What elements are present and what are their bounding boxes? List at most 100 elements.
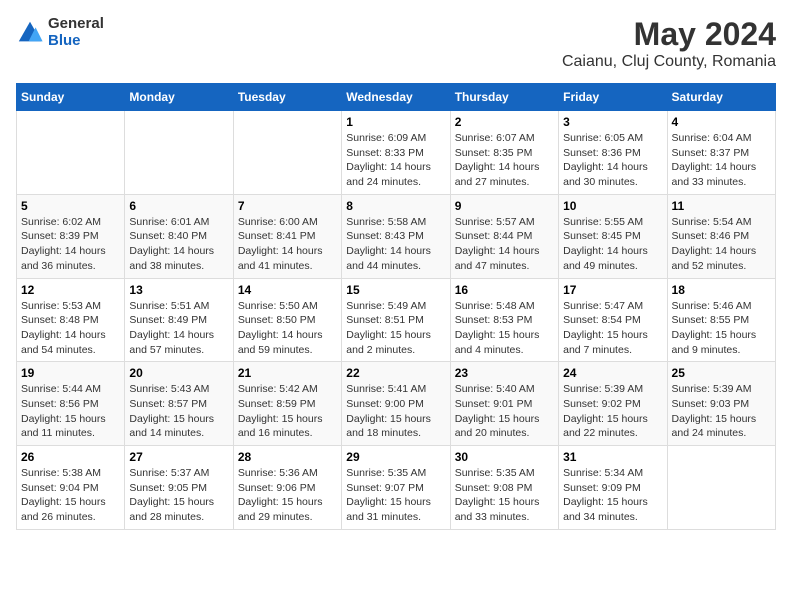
- day-number: 13: [129, 283, 228, 297]
- day-content: Sunrise: 5:57 AM Sunset: 8:44 PM Dayligh…: [455, 215, 554, 274]
- calendar-week-row: 1 Sunrise: 6:09 AM Sunset: 8:33 PM Daylig…: [17, 111, 776, 195]
- day-content: Sunrise: 6:01 AM Sunset: 8:40 PM Dayligh…: [129, 215, 228, 274]
- day-number: 16: [455, 283, 554, 297]
- header-row: SundayMondayTuesdayWednesdayThursdayFrid…: [17, 84, 776, 111]
- page-location: Caianu, Cluj County, Romania: [562, 53, 776, 71]
- calendar-cell: 25 Sunrise: 5:39 AM Sunset: 9:03 PM Dayli…: [667, 362, 775, 446]
- day-content: Sunrise: 5:40 AM Sunset: 9:01 PM Dayligh…: [455, 382, 554, 441]
- header-day: Thursday: [450, 84, 558, 111]
- calendar-cell: 2 Sunrise: 6:07 AM Sunset: 8:35 PM Daylig…: [450, 111, 558, 195]
- day-content: Sunrise: 5:34 AM Sunset: 9:09 PM Dayligh…: [563, 466, 662, 525]
- day-number: 21: [238, 366, 337, 380]
- day-content: Sunrise: 5:51 AM Sunset: 8:49 PM Dayligh…: [129, 299, 228, 358]
- calendar-header: SundayMondayTuesdayWednesdayThursdayFrid…: [17, 84, 776, 111]
- calendar-cell: 15Sunrise: 5:49 AM Sunset: 8:51 PM Dayli…: [342, 278, 450, 362]
- day-content: Sunrise: 5:50 AM Sunset: 8:50 PM Dayligh…: [238, 299, 337, 358]
- calendar-cell: 18 Sunrise: 5:46 AM Sunset: 8:55 PM Dayli…: [667, 278, 775, 362]
- calendar-cell: 8 Sunrise: 5:58 AM Sunset: 8:43 PM Daylig…: [342, 194, 450, 278]
- day-number: 24: [563, 366, 662, 380]
- day-number: 10: [563, 199, 662, 213]
- day-number: 27: [129, 450, 228, 464]
- calendar-cell: 10 Sunrise: 5:55 AM Sunset: 8:45 PM Dayli…: [559, 194, 667, 278]
- day-number: 26: [21, 450, 120, 464]
- day-content: Sunrise: 6:02 AM Sunset: 8:39 PM Dayligh…: [21, 215, 120, 274]
- header-day: Wednesday: [342, 84, 450, 111]
- day-content: Sunrise: 5:36 AM Sunset: 9:06 PM Dayligh…: [238, 466, 337, 525]
- day-number: 23: [455, 366, 554, 380]
- day-number: 31: [563, 450, 662, 464]
- day-content: Sunrise: 5:39 AM Sunset: 9:03 PM Dayligh…: [672, 382, 771, 441]
- calendar-cell: 30 Sunrise: 5:35 AM Sunset: 9:08 PM Dayli…: [450, 446, 558, 530]
- calendar-week-row: 26Sunrise: 5:38 AM Sunset: 9:04 PM Dayli…: [17, 446, 776, 530]
- day-number: 15: [346, 283, 445, 297]
- calendar-cell: 26Sunrise: 5:38 AM Sunset: 9:04 PM Dayli…: [17, 446, 125, 530]
- day-content: Sunrise: 5:58 AM Sunset: 8:43 PM Dayligh…: [346, 215, 445, 274]
- day-number: 2: [455, 115, 554, 129]
- header-day: Friday: [559, 84, 667, 111]
- day-number: 20: [129, 366, 228, 380]
- calendar-week-row: 12Sunrise: 5:53 AM Sunset: 8:48 PM Dayli…: [17, 278, 776, 362]
- calendar-cell: [667, 446, 775, 530]
- header-day: Sunday: [17, 84, 125, 111]
- calendar-cell: 12Sunrise: 5:53 AM Sunset: 8:48 PM Dayli…: [17, 278, 125, 362]
- day-number: 25: [672, 366, 771, 380]
- day-content: Sunrise: 5:35 AM Sunset: 9:07 PM Dayligh…: [346, 466, 445, 525]
- day-number: 18: [672, 283, 771, 297]
- day-number: 14: [238, 283, 337, 297]
- page-header: General Blue May 2024 Caianu, Cluj Count…: [16, 16, 776, 71]
- day-content: Sunrise: 5:35 AM Sunset: 9:08 PM Dayligh…: [455, 466, 554, 525]
- day-number: 30: [455, 450, 554, 464]
- day-content: Sunrise: 5:48 AM Sunset: 8:53 PM Dayligh…: [455, 299, 554, 358]
- day-content: Sunrise: 5:46 AM Sunset: 8:55 PM Dayligh…: [672, 299, 771, 358]
- day-number: 22: [346, 366, 445, 380]
- logo: General Blue: [16, 16, 104, 49]
- day-number: 5: [21, 199, 120, 213]
- calendar-cell: 3Sunrise: 6:05 AM Sunset: 8:36 PM Daylig…: [559, 111, 667, 195]
- calendar-table: SundayMondayTuesdayWednesdayThursdayFrid…: [16, 83, 776, 530]
- day-number: 28: [238, 450, 337, 464]
- logo-general-text: General: [48, 16, 104, 33]
- calendar-cell: 13 Sunrise: 5:51 AM Sunset: 8:49 PM Dayli…: [125, 278, 233, 362]
- calendar-cell: 22 Sunrise: 5:41 AM Sunset: 9:00 PM Dayli…: [342, 362, 450, 446]
- calendar-cell: 28 Sunrise: 5:36 AM Sunset: 9:06 PM Dayli…: [233, 446, 341, 530]
- calendar-cell: 16 Sunrise: 5:48 AM Sunset: 8:53 PM Dayli…: [450, 278, 558, 362]
- logo-blue-text: Blue: [48, 33, 104, 50]
- day-content: Sunrise: 6:00 AM Sunset: 8:41 PM Dayligh…: [238, 215, 337, 274]
- day-content: Sunrise: 5:41 AM Sunset: 9:00 PM Dayligh…: [346, 382, 445, 441]
- day-content: Sunrise: 5:47 AM Sunset: 8:54 PM Dayligh…: [563, 299, 662, 358]
- day-content: Sunrise: 5:37 AM Sunset: 9:05 PM Dayligh…: [129, 466, 228, 525]
- header-day: Saturday: [667, 84, 775, 111]
- calendar-cell: 7 Sunrise: 6:00 AM Sunset: 8:41 PM Daylig…: [233, 194, 341, 278]
- calendar-cell: 17Sunrise: 5:47 AM Sunset: 8:54 PM Dayli…: [559, 278, 667, 362]
- day-content: Sunrise: 5:42 AM Sunset: 8:59 PM Dayligh…: [238, 382, 337, 441]
- day-number: 8: [346, 199, 445, 213]
- calendar-cell: 29Sunrise: 5:35 AM Sunset: 9:07 PM Dayli…: [342, 446, 450, 530]
- day-number: 7: [238, 199, 337, 213]
- day-content: Sunrise: 6:09 AM Sunset: 8:33 PM Dayligh…: [346, 131, 445, 190]
- day-number: 9: [455, 199, 554, 213]
- day-content: Sunrise: 6:04 AM Sunset: 8:37 PM Dayligh…: [672, 131, 771, 190]
- calendar-cell: 9 Sunrise: 5:57 AM Sunset: 8:44 PM Daylig…: [450, 194, 558, 278]
- day-content: Sunrise: 5:44 AM Sunset: 8:56 PM Dayligh…: [21, 382, 120, 441]
- logo-icon: [16, 19, 44, 47]
- day-number: 11: [672, 199, 771, 213]
- calendar-cell: 27 Sunrise: 5:37 AM Sunset: 9:05 PM Dayli…: [125, 446, 233, 530]
- day-content: Sunrise: 5:39 AM Sunset: 9:02 PM Dayligh…: [563, 382, 662, 441]
- day-number: 6: [129, 199, 228, 213]
- day-content: Sunrise: 6:07 AM Sunset: 8:35 PM Dayligh…: [455, 131, 554, 190]
- day-content: Sunrise: 5:55 AM Sunset: 8:45 PM Dayligh…: [563, 215, 662, 274]
- calendar-cell: 23 Sunrise: 5:40 AM Sunset: 9:01 PM Dayli…: [450, 362, 558, 446]
- calendar-cell: [233, 111, 341, 195]
- calendar-cell: 1 Sunrise: 6:09 AM Sunset: 8:33 PM Daylig…: [342, 111, 450, 195]
- calendar-cell: 20Sunrise: 5:43 AM Sunset: 8:57 PM Dayli…: [125, 362, 233, 446]
- calendar-cell: [17, 111, 125, 195]
- calendar-cell: 21 Sunrise: 5:42 AM Sunset: 8:59 PM Dayli…: [233, 362, 341, 446]
- day-number: 19: [21, 366, 120, 380]
- logo-text: General Blue: [48, 16, 104, 49]
- day-content: Sunrise: 6:05 AM Sunset: 8:36 PM Dayligh…: [563, 131, 662, 190]
- day-number: 1: [346, 115, 445, 129]
- day-number: 12: [21, 283, 120, 297]
- calendar-cell: 5 Sunrise: 6:02 AM Sunset: 8:39 PM Daylig…: [17, 194, 125, 278]
- calendar-cell: [125, 111, 233, 195]
- calendar-cell: 6 Sunrise: 6:01 AM Sunset: 8:40 PM Daylig…: [125, 194, 233, 278]
